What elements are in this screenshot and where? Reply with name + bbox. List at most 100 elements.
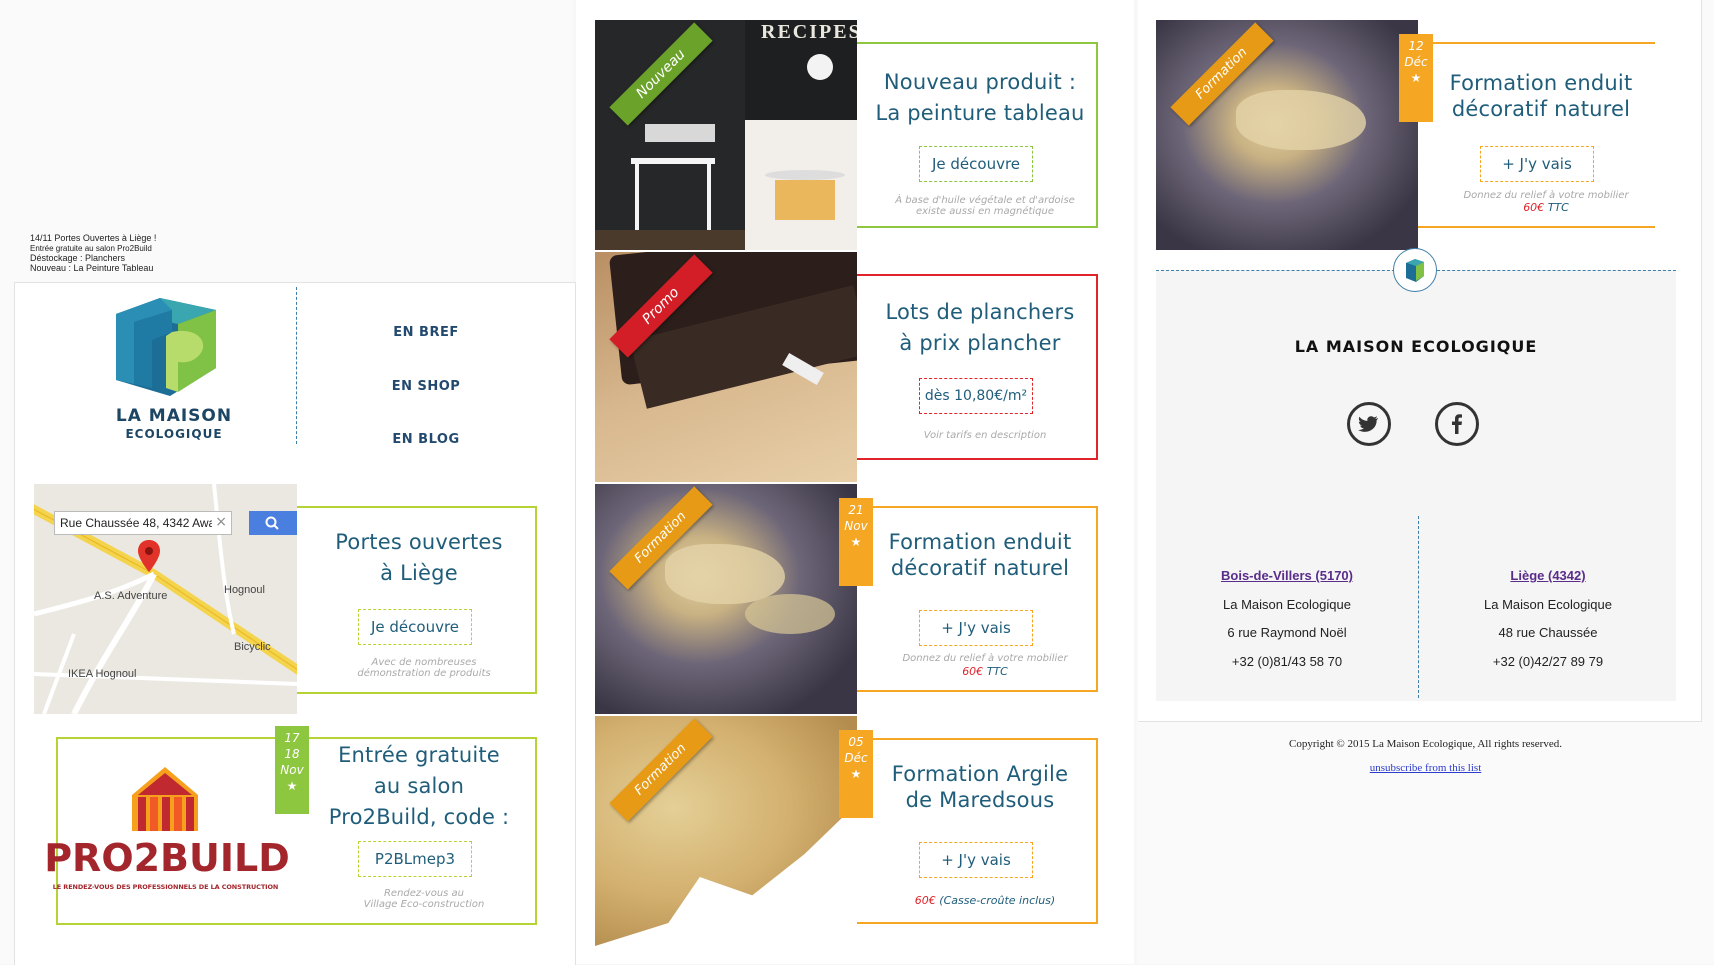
map-card: Rue Chaussée 48, 4342 Awans × A.S. Adven… xyxy=(34,484,556,714)
pro2build-title: Entrée gratuite au salon Pro2Build, code… xyxy=(299,740,539,833)
title-line: Formation Argile xyxy=(891,762,1069,786)
card-formation-enduit: Formation 21 Nov ★ Formation enduit déco… xyxy=(595,484,1115,714)
store-phone: +32 (0)81/43 58 70 xyxy=(1231,653,1343,669)
pro2build-wordmark: PRO2BUILD xyxy=(44,836,290,880)
footer-logo-badge[interactable] xyxy=(1393,248,1437,292)
cube-logo-icon xyxy=(1406,259,1424,282)
cube-logo-icon xyxy=(116,298,216,396)
card-subtitle: Voir tarifs en description xyxy=(923,430,1047,441)
facebook-icon[interactable] xyxy=(1435,402,1479,446)
title-line: Entrée gratuite xyxy=(338,743,500,767)
store-link[interactable]: Liège (4342) xyxy=(1438,562,1658,591)
house-logo-icon xyxy=(132,767,198,831)
search-icon xyxy=(265,516,279,530)
brand-logo[interactable]: LA MAISON ECOLOGIQUE xyxy=(100,296,240,448)
date-line: 12 xyxy=(1408,39,1424,53)
date-line: Déc xyxy=(1404,55,1428,69)
footer-divider xyxy=(1418,516,1419,698)
subtitle-line: À base d'huile végétale et d'ardoise xyxy=(895,195,1075,206)
recipes-sign: RECIPES xyxy=(761,21,857,43)
title-line: décoratif naturel xyxy=(1451,97,1631,121)
card-subtitle: Donnez du relief à votre mobilier xyxy=(902,653,1068,664)
je-decouvre-button[interactable]: Je découvre xyxy=(919,146,1033,182)
price-line: 60€ (Casse-croûte inclus) xyxy=(865,895,1105,906)
left-column: 14/11 Portes Ouvertes à Liège ! Entrée g… xyxy=(0,0,576,965)
pro2build-tagline: LE RENDEZ-VOUS DES PROFESSIONNELS DE LA … xyxy=(52,883,279,891)
price: 60€ xyxy=(1523,201,1545,214)
jy-vais-button[interactable]: + J'y vais xyxy=(919,610,1033,646)
preheader-line: Nouveau : La Peinture Tableau xyxy=(30,263,154,273)
clay-photo[interactable] xyxy=(595,716,857,946)
twitter-icon[interactable] xyxy=(1347,402,1391,446)
preheader-line: 14/11 Portes Ouvertes à Liège ! xyxy=(30,233,157,243)
map-pin-icon[interactable] xyxy=(138,540,160,576)
subtitle-line: Village Eco-construction xyxy=(363,899,485,910)
clear-icon[interactable]: × xyxy=(215,514,227,530)
footer-brand: LA MAISON ECOLOGIQUE xyxy=(1294,337,1538,356)
card-formation-argile: Formation 05 Déc ★ Formation Argile de M… xyxy=(595,716,1115,946)
map-label: IKEA Hognoul xyxy=(68,668,137,680)
jy-vais-button[interactable]: + J'y vais xyxy=(1480,146,1594,182)
map-search-box[interactable]: Rue Chaussée 48, 4342 Awans × xyxy=(54,511,232,535)
store-liege: Liège (4342) La Maison Ecologique 48 rue… xyxy=(1438,562,1658,676)
title-line: Lots de planchers xyxy=(885,300,1075,324)
map-label: Hognoul xyxy=(224,584,265,596)
card-subtitle: À base d'huile végétale et d'ardoise exi… xyxy=(865,195,1105,217)
pro2build-logo[interactable]: PRO2BUILD LE RENDEZ-VOUS DES PROFESSIONN… xyxy=(34,755,297,915)
plaster-photo[interactable] xyxy=(595,484,857,714)
unsubscribe-link[interactable]: unsubscribe from this list xyxy=(1137,762,1714,774)
card-title: Nouveau produit : La peinture tableau xyxy=(860,67,1100,129)
store-street: 6 rue Raymond Noël xyxy=(1227,625,1347,640)
title-line: Pro2Build, code : xyxy=(328,805,510,829)
preheader-line: Entrée gratuite au salon Pro2Build xyxy=(30,244,152,253)
google-map[interactable]: Rue Chaussée 48, 4342 Awans × A.S. Adven… xyxy=(34,484,297,714)
store-bois-de-villers: Bois-de-Villers (5170) La Maison Ecologi… xyxy=(1177,562,1397,676)
title-line: à prix plancher xyxy=(899,331,1061,355)
nav-en-blog[interactable]: EN BLOG xyxy=(386,432,466,447)
date-line: 21 xyxy=(848,503,864,517)
map-card-subtitle: Avec de nombreuses démonstration de prod… xyxy=(324,657,524,679)
title-line: au salon xyxy=(373,774,465,798)
subtitle-line: démonstration de produits xyxy=(357,668,491,679)
preheader: 14/11 Portes Ouvertes à Liège ! Entrée g… xyxy=(30,233,156,273)
title-line: à Liège xyxy=(380,561,458,585)
price-line: 60€ TTC xyxy=(865,666,1105,677)
plaster-photo[interactable] xyxy=(1156,20,1418,250)
promo-code-button[interactable]: P2BLmep3 xyxy=(358,841,472,877)
card-formation-enduit-dec: Formation 12 Déc ★ Formation enduit déco… xyxy=(1156,20,1676,250)
pro2build-subtitle: Rendez-vous au Village Eco-construction xyxy=(324,888,524,910)
store-phone: +32 (0)42/27 89 79 xyxy=(1492,653,1604,669)
card-title: Formation enduit décoratif naturel xyxy=(1421,70,1661,122)
title-line: Formation enduit xyxy=(888,530,1072,554)
card-promo: Promo Lots de planchers à prix plancher … xyxy=(595,252,1115,482)
title-line: décoratif naturel xyxy=(890,556,1070,580)
price: 60€ xyxy=(962,665,984,678)
floor-photo[interactable] xyxy=(595,252,857,482)
title-line: Portes ouvertes xyxy=(335,530,503,554)
preheader-line: Déstockage : Planchers xyxy=(30,253,126,263)
nav-en-shop[interactable]: EN SHOP xyxy=(386,379,466,394)
card-title: Formation enduit décoratif naturel xyxy=(860,529,1100,581)
pro2build-card: PRO2BUILD LE RENDEZ-VOUS DES PROFESSIONN… xyxy=(34,720,556,956)
subtitle-line: existe aussi en magnétique xyxy=(915,206,1055,217)
je-decouvre-button[interactable]: Je découvre xyxy=(358,609,472,645)
map-card-title: Portes ouvertes à Liège xyxy=(299,527,539,589)
brand-name: LA MAISON xyxy=(115,406,233,426)
chalkboard-photo[interactable]: RECIPES xyxy=(595,20,857,250)
subtitle-line: Avec de nombreuses xyxy=(371,657,477,668)
map-label: Bicyclic xyxy=(234,641,271,653)
price-suffix: TTC xyxy=(1547,201,1569,214)
store-street: 48 rue Chaussée xyxy=(1498,625,1598,640)
jy-vais-button[interactable]: + J'y vais xyxy=(919,842,1033,878)
map-search-input[interactable]: Rue Chaussée 48, 4342 Awans xyxy=(60,516,212,530)
card-title: Formation Argile de Maredsous xyxy=(860,761,1100,813)
nav-en-bref[interactable]: EN BREF xyxy=(386,325,466,340)
store-name: La Maison Ecologique xyxy=(1223,596,1351,612)
price-button[interactable]: dès 10,80€/m² xyxy=(919,378,1033,414)
card-nouveau: RECIPES Nouveau Nouveau produit : La pei… xyxy=(595,20,1115,250)
card-subtitle: Donnez du relief à votre mobilier xyxy=(1463,190,1629,201)
map-search-button[interactable] xyxy=(249,511,297,535)
card-title: Lots de planchers à prix plancher xyxy=(860,297,1100,359)
store-link[interactable]: Bois-de-Villers (5170) xyxy=(1177,562,1397,591)
title-line: de Maredsous xyxy=(905,788,1055,812)
